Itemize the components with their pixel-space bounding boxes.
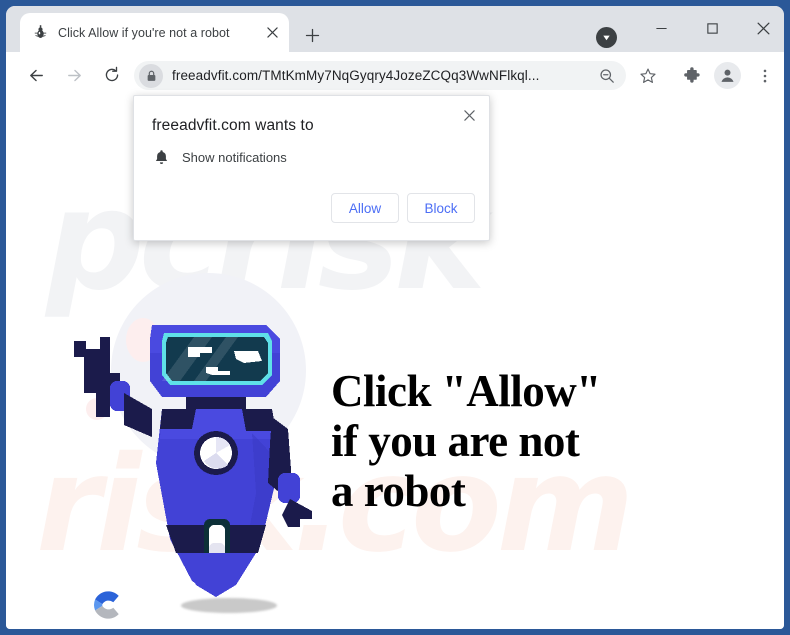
permission-dialog-actions: Allow Block bbox=[331, 193, 475, 223]
lock-icon[interactable] bbox=[139, 63, 163, 88]
browser-toolbar: freeadvfit.com/TMtKmMy7NqGyqry4JozeZCQq3… bbox=[6, 52, 784, 98]
captcha-brand: E-CAPTCHA bbox=[84, 585, 128, 629]
window-close-button[interactable] bbox=[740, 12, 784, 45]
browser-window-frame: Click Allow if you're not a robot freead… bbox=[0, 0, 790, 635]
browser-window: Click Allow if you're not a robot freead… bbox=[6, 6, 784, 629]
blue-robot-mascot-illustration bbox=[66, 313, 331, 603]
bug-robot-favicon-icon bbox=[32, 24, 49, 41]
bookmark-star-icon[interactable] bbox=[634, 62, 661, 89]
extensions-puzzle-icon[interactable] bbox=[678, 62, 705, 89]
close-icon[interactable] bbox=[457, 103, 481, 127]
tab-strip: Click Allow if you're not a robot bbox=[6, 6, 784, 52]
three-dot-menu-icon[interactable] bbox=[751, 62, 778, 89]
url-text[interactable]: freeadvfit.com/TMtKmMy7NqGyqry4JozeZCQq3… bbox=[172, 68, 595, 83]
notification-permission-dialog: freeadvfit.com wants to Show notificatio… bbox=[133, 95, 490, 241]
permission-request-row: Show notifications bbox=[152, 148, 287, 166]
reload-icon[interactable] bbox=[96, 59, 128, 91]
block-button[interactable]: Block bbox=[407, 193, 475, 223]
window-minimize-button[interactable] bbox=[638, 12, 684, 45]
page-headline: Click "Allow" if you are not a robot bbox=[331, 366, 601, 516]
window-maximize-button[interactable] bbox=[689, 12, 735, 45]
permission-dialog-title: freeadvfit.com wants to bbox=[152, 117, 314, 134]
download-arrow-icon[interactable] bbox=[596, 27, 617, 48]
notification-bell-icon bbox=[152, 148, 170, 166]
browser-tab[interactable]: Click Allow if you're not a robot bbox=[20, 13, 289, 52]
tab-title: Click Allow if you're not a robot bbox=[58, 25, 230, 40]
back-arrow-icon[interactable] bbox=[20, 59, 52, 91]
address-bar[interactable]: freeadvfit.com/TMtKmMy7NqGyqry4JozeZCQq3… bbox=[134, 61, 626, 90]
permission-item-label: Show notifications bbox=[182, 149, 287, 165]
captcha-c-logo-icon bbox=[86, 591, 126, 629]
new-tab-button[interactable] bbox=[298, 21, 326, 49]
tab-close-icon[interactable] bbox=[263, 24, 281, 42]
profile-avatar-icon[interactable] bbox=[714, 62, 741, 89]
forward-arrow-icon bbox=[58, 59, 90, 91]
allow-button[interactable]: Allow bbox=[331, 193, 399, 223]
zoom-out-icon[interactable] bbox=[595, 64, 619, 88]
